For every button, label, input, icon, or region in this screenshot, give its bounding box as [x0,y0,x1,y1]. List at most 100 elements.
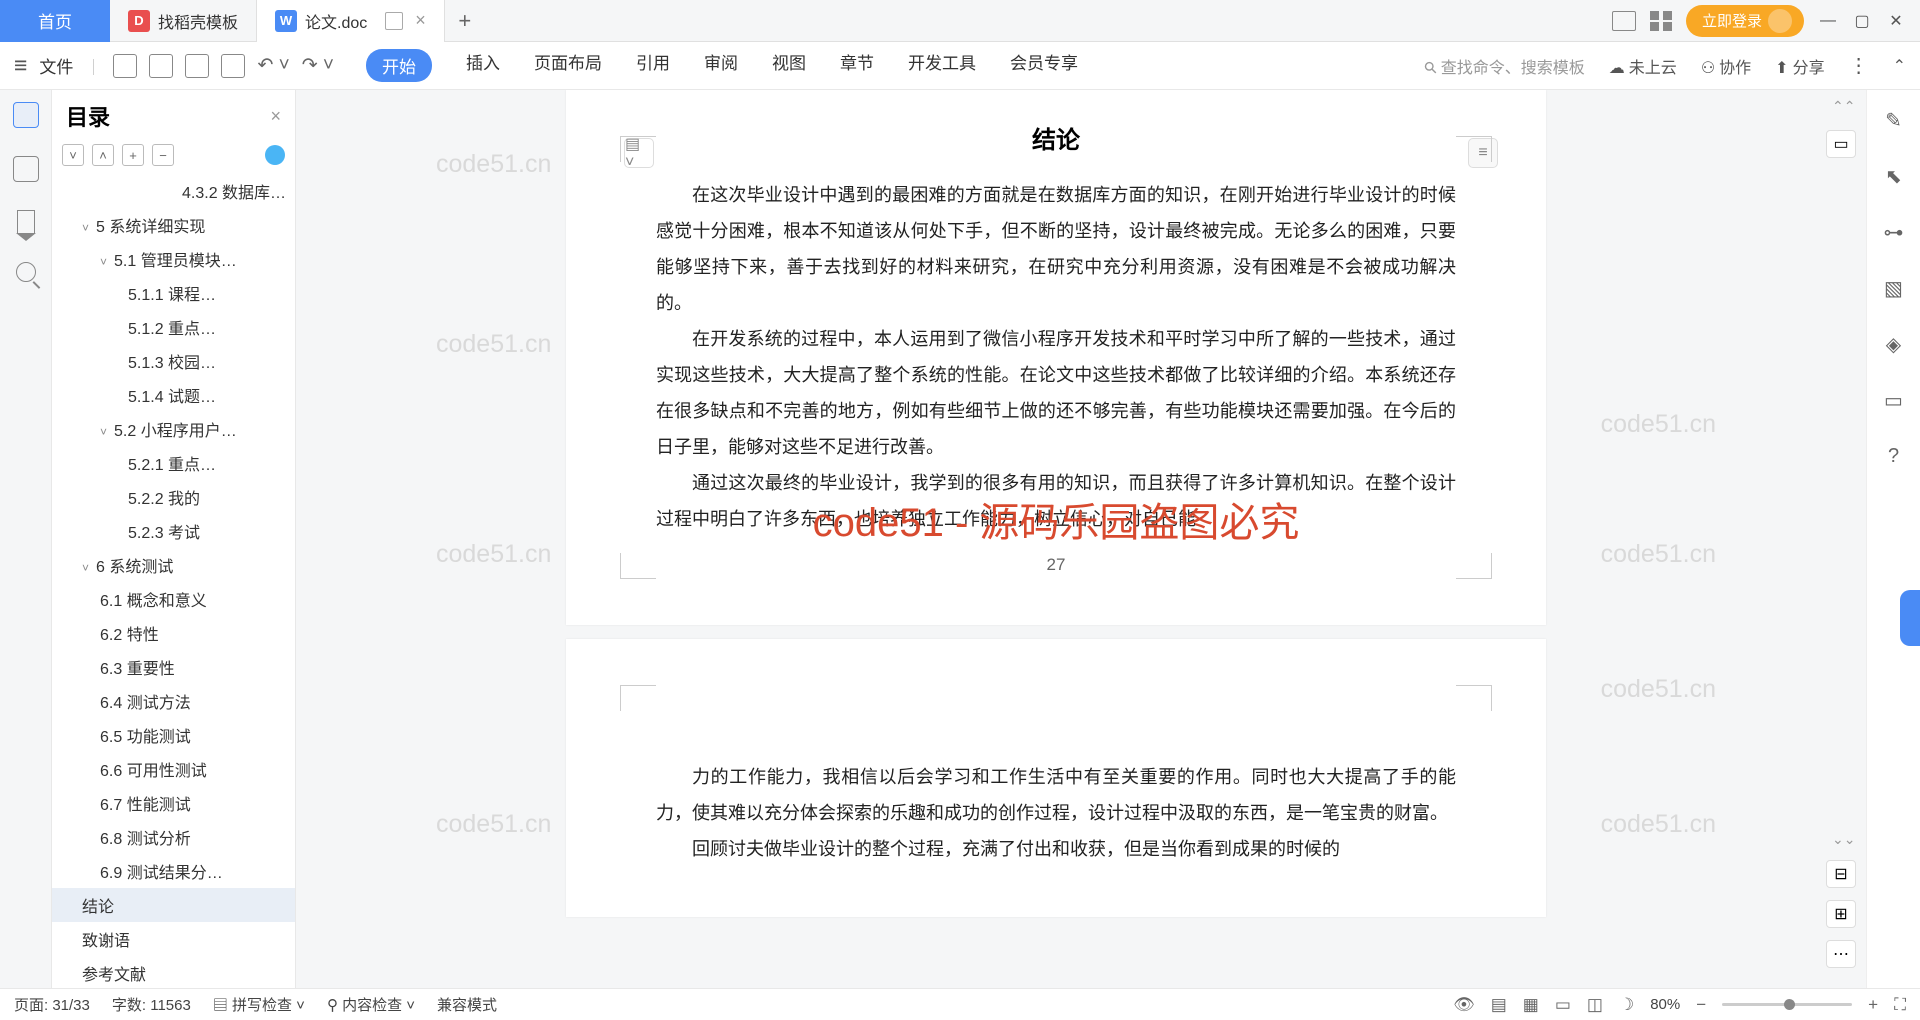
outline-item[interactable]: ˅5 系统详细实现 [52,208,295,242]
more-h-icon[interactable]: ⋯ [1826,940,1856,968]
outline-item[interactable]: 6.8 测试分析 [52,820,295,854]
zoom-in-button[interactable]: + [1868,995,1878,1015]
outline-item[interactable]: 5.1.2 重点… [52,310,295,344]
zoom-slider[interactable] [1722,1003,1852,1006]
spellcheck-button[interactable]: ▤ 拼写检查 ˅ [213,994,305,1015]
search-icon[interactable] [16,262,36,282]
outline-list[interactable]: 4.3.2 数据库…˅5 系统详细实现˅5.1 管理员模块…5.1.1 课程…5… [52,174,295,988]
night-icon[interactable]: ☽ [1619,995,1634,1015]
word-counter[interactable]: 字数: 11563 [112,994,191,1015]
eye-icon[interactable]: 👁 [1453,995,1475,1015]
outline-item[interactable]: ˅5.1 管理员模块… [52,242,295,276]
remove-button[interactable]: − [152,144,174,166]
content-check-button[interactable]: ⚲ 内容检查 ˅ [327,994,415,1015]
tab-document[interactable]: W 论文.doc × [257,0,445,42]
cloud-status[interactable]: 未上云 [1609,54,1677,78]
outline-item[interactable]: 6.2 特性 [52,616,295,650]
scroll-up-icon[interactable]: ⌃⌃ [1832,98,1855,115]
file-menu[interactable]: 文件 [39,53,73,78]
outline-item[interactable]: 5.1.1 课程… [52,276,295,310]
help-icon[interactable]: ? [1882,444,1906,468]
outline-item[interactable]: 6.7 性能测试 [52,786,295,820]
close-button[interactable]: ✕ [1886,11,1906,31]
outline-item[interactable]: 4.3.2 数据库… [52,174,295,208]
collapse-ribbon-icon[interactable]: ⌃ [1893,56,1906,76]
apps-icon[interactable] [1650,11,1672,31]
outline-item[interactable]: 6.9 测试结果分… [52,854,295,888]
close-icon[interactable]: × [415,10,426,31]
outline-icon[interactable] [13,102,39,128]
outline-close-icon[interactable]: × [270,106,281,127]
scroll-down-icon[interactable]: ⌄⌄ [1832,831,1855,848]
outline-item[interactable]: 5.1.4 试题… [52,378,295,412]
outline-item[interactable]: 6.1 概念和意义 [52,582,295,616]
expand-all-button[interactable]: ˄ [92,144,114,166]
rtab-review[interactable]: 审阅 [704,49,738,82]
outline-item[interactable]: 6.6 可用性测试 [52,752,295,786]
fullscreen-icon[interactable]: ⛶ [1894,995,1906,1015]
rtab-start[interactable]: 开始 [366,49,432,82]
outline-item[interactable]: 6.4 测试方法 [52,684,295,718]
rtab-view[interactable]: 视图 [772,49,806,82]
image-icon[interactable]: ▧ [1882,276,1906,300]
outline-item[interactable]: ˅6 系统测试 [52,548,295,582]
side-tab[interactable] [1900,590,1920,646]
outline-item[interactable]: 5.2.3 考试 [52,514,295,548]
document-area[interactable]: code51.cn code51.cn code51.cn code51.cn … [296,90,1816,988]
thumbnail-icon[interactable] [13,156,39,182]
bookmark-icon[interactable] [17,210,35,234]
preview-icon[interactable] [221,54,245,78]
menu-icon[interactable]: ≡ [14,52,27,79]
rtab-layout[interactable]: 页面布局 [534,49,602,82]
add-button[interactable]: + [122,144,144,166]
share-button[interactable]: 分享 [1775,54,1824,78]
view-mode3-icon[interactable]: ▭ [1555,995,1571,1015]
rtab-reference[interactable]: 引用 [636,49,670,82]
view-mode4-icon[interactable]: ◫ [1587,995,1603,1015]
outline-item[interactable]: 5.2.1 重点… [52,446,295,480]
save-icon[interactable] [113,54,137,78]
maximize-button[interactable]: ▢ [1852,11,1872,31]
read-icon[interactable]: ▭ [1882,388,1906,412]
rtab-member[interactable]: 会员专享 [1010,49,1078,82]
zoom-label[interactable]: 80% [1650,996,1680,1013]
outline-item[interactable]: 5.1.3 校园… [52,344,295,378]
outline-item[interactable]: 6.5 功能测试 [52,718,295,752]
settings-icon[interactable]: ⊶ [1882,220,1906,244]
view-mode1-icon[interactable]: ▤ [1491,995,1507,1015]
outline-item[interactable]: ˅5.2 小程序用户… [52,412,295,446]
tab-templates[interactable]: D 找稻壳模板 [110,0,257,42]
outline-item[interactable]: 5.2.2 我的 [52,480,295,514]
print-icon[interactable] [185,54,209,78]
scroll-ind[interactable]: ▭ [1826,130,1856,158]
collab-button[interactable]: 协作 [1701,54,1751,78]
collapse-all-button[interactable]: ˅ [62,144,84,166]
ai-icon[interactable] [265,145,285,165]
layout-icon[interactable] [1612,11,1636,31]
split-view-icon[interactable] [385,12,403,30]
outline-item[interactable]: 6.3 重要性 [52,650,295,684]
rtab-devtools[interactable]: 开发工具 [908,49,976,82]
tab-home[interactable]: 首页 [0,0,110,42]
rtab-insert[interactable]: 插入 [466,49,500,82]
outline-item[interactable]: 致谢语 [52,922,295,956]
minimize-button[interactable]: — [1818,12,1838,30]
outline-item[interactable]: 参考文献 [52,956,295,988]
section-btn[interactable]: ⊟ [1826,860,1856,888]
view-mode2-icon[interactable]: ▦ [1523,995,1539,1015]
undo-button[interactable]: ↶ ˅ [257,54,289,77]
search-input[interactable]: 查找命令、搜索模板 [1425,54,1585,78]
cursor-icon[interactable]: ⬉ [1882,164,1906,188]
compass-icon[interactable]: ◈ [1882,332,1906,356]
redo-button[interactable]: ↷ ˅ [302,54,334,77]
login-button[interactable]: 立即登录 [1686,5,1804,37]
page-counter[interactable]: 页面: 31/33 [14,994,90,1015]
pen-icon[interactable]: ✎ [1882,108,1906,132]
rtab-chapter[interactable]: 章节 [840,49,874,82]
section-btn2[interactable]: ⊞ [1826,900,1856,928]
more-icon[interactable]: ⋮ [1849,53,1869,78]
export-icon[interactable] [149,54,173,78]
zoom-out-button[interactable]: − [1696,995,1706,1015]
outline-item[interactable]: 结论 [52,888,295,922]
compat-mode[interactable]: 兼容模式 [437,994,497,1015]
